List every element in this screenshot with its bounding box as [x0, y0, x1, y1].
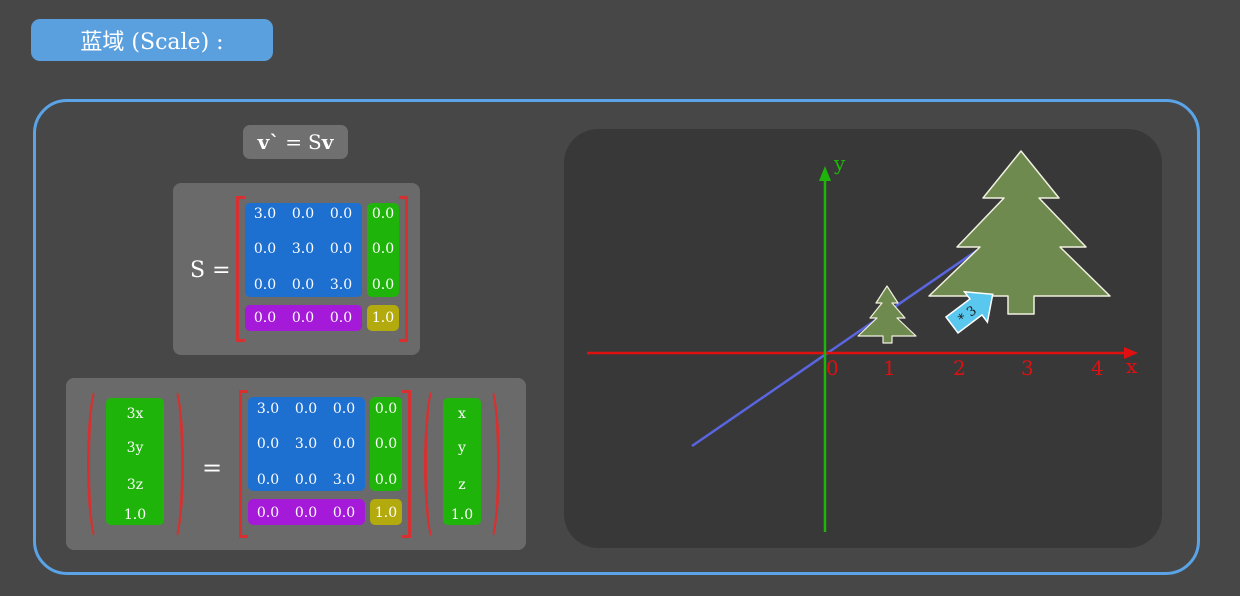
result-vector-entry-0: 3x: [126, 406, 144, 422]
input-vector-entry-2: z: [458, 477, 466, 493]
matrix-eq-cell-r0c2: 0.0: [332, 401, 356, 417]
formula-rhs-v: v: [321, 130, 334, 154]
matrix-s-cell-r3c0: 0.0: [253, 310, 277, 326]
matrix-eq-cell-r3c3: 1.0: [374, 505, 398, 521]
matrix-eq-cell-r0c0: 3.0: [256, 401, 280, 417]
matrix-eq-cell-r2c2: 3.0: [332, 472, 356, 488]
matrix-s-cell-r3c3: 1.0: [371, 310, 395, 326]
x-tick-2: 2: [953, 356, 966, 380]
matrix-s-cell-r0c0: 3.0: [253, 206, 277, 222]
scale-plot-svg: x y 0 1 2 3 4 * 3: [587, 150, 1138, 532]
formula-lhs: v`: [257, 130, 280, 154]
scale-plot: x y 0 1 2 3 4 * 3: [564, 129, 1162, 548]
y-axis-arrowhead: [819, 166, 831, 181]
x-tick-4: 4: [1091, 356, 1104, 380]
matrix-s-cell-r2c2: 3.0: [329, 277, 353, 293]
matrix-s-cell-r1c1: 3.0: [291, 241, 315, 257]
matrix-eq-cell-r2c1: 0.0: [294, 472, 318, 488]
matrix-s-cell-r1c2: 0.0: [329, 241, 353, 257]
matrix-eq-cell-r3c1: 0.0: [294, 505, 318, 521]
matrix-s-cell-r1c0: 0.0: [253, 241, 277, 257]
y-axis-label: y: [833, 151, 846, 175]
matrix-eq-cell-r1c1: 3.0: [294, 436, 318, 452]
x-axis-label: x: [1126, 354, 1138, 378]
equation-equals: =: [202, 454, 223, 482]
small-tree: [857, 285, 917, 344]
result-vector-entry-2: 3z: [126, 477, 144, 493]
matrix-eq-cell-r0c1: 0.0: [294, 401, 318, 417]
matrix-s-cell-r3c2: 0.0: [329, 310, 353, 326]
matrix-s-cell-r2c1: 0.0: [291, 277, 315, 293]
page-title: 蓝域 (Scale) :: [31, 19, 273, 61]
input-vector-entry-3: 1.0: [450, 507, 474, 523]
matrix-s-cell-r3c1: 0.0: [291, 310, 315, 326]
matrix-eq-cell-r2c3: 0.0: [374, 472, 398, 488]
matrix-s-cell-r2c3: 0.0: [371, 277, 395, 293]
formula-equals: =: [285, 130, 303, 154]
matrix-eq-cell-r1c2: 0.0: [332, 436, 356, 452]
matrix-s-left-bracket: [236, 196, 245, 342]
matrix-eq-cell-r1c3: 0.0: [374, 436, 398, 452]
matrix-s-cell-r0c1: 0.0: [291, 206, 315, 222]
matrix-eq-left-bracket: [239, 390, 248, 538]
result-vector-entry-1: 3y: [126, 440, 144, 456]
matrix-s-cell-r0c2: 0.0: [329, 206, 353, 222]
input-vector-entry-1: y: [458, 440, 466, 456]
x-tick-0: 0: [826, 356, 839, 380]
matrix-eq-cell-r0c3: 0.0: [374, 401, 398, 417]
input-left-paren: [424, 386, 444, 542]
matrix-s-cell-r2c0: 0.0: [253, 277, 277, 293]
matrix-eq-cell-r1c0: 0.0: [256, 436, 280, 452]
matrix-eq-cell-r2c0: 0.0: [256, 472, 280, 488]
result-right-paren: [164, 386, 184, 542]
large-tree: [928, 150, 1111, 315]
transform-formula: v` = S v: [243, 125, 348, 159]
matrix-eq-cell-r3c2: 0.0: [332, 505, 356, 521]
matrix-s-cell-r1c3: 0.0: [371, 241, 395, 257]
matrix-s-cell-r0c3: 0.0: [371, 206, 395, 222]
x-tick-1: 1: [883, 356, 896, 380]
matrix-eq-cell-r3c0: 0.0: [256, 505, 280, 521]
result-vector-entry-3: 1.0: [123, 507, 147, 523]
diagonal-guide-line: [691, 245, 983, 448]
formula-rhs-s: S: [308, 130, 322, 154]
input-right-paren: [480, 386, 500, 542]
x-tick-3: 3: [1021, 356, 1034, 380]
scale-matrix-label: S =: [190, 258, 231, 283]
result-left-paren: [87, 386, 107, 542]
input-vector-entry-0: x: [458, 406, 466, 422]
